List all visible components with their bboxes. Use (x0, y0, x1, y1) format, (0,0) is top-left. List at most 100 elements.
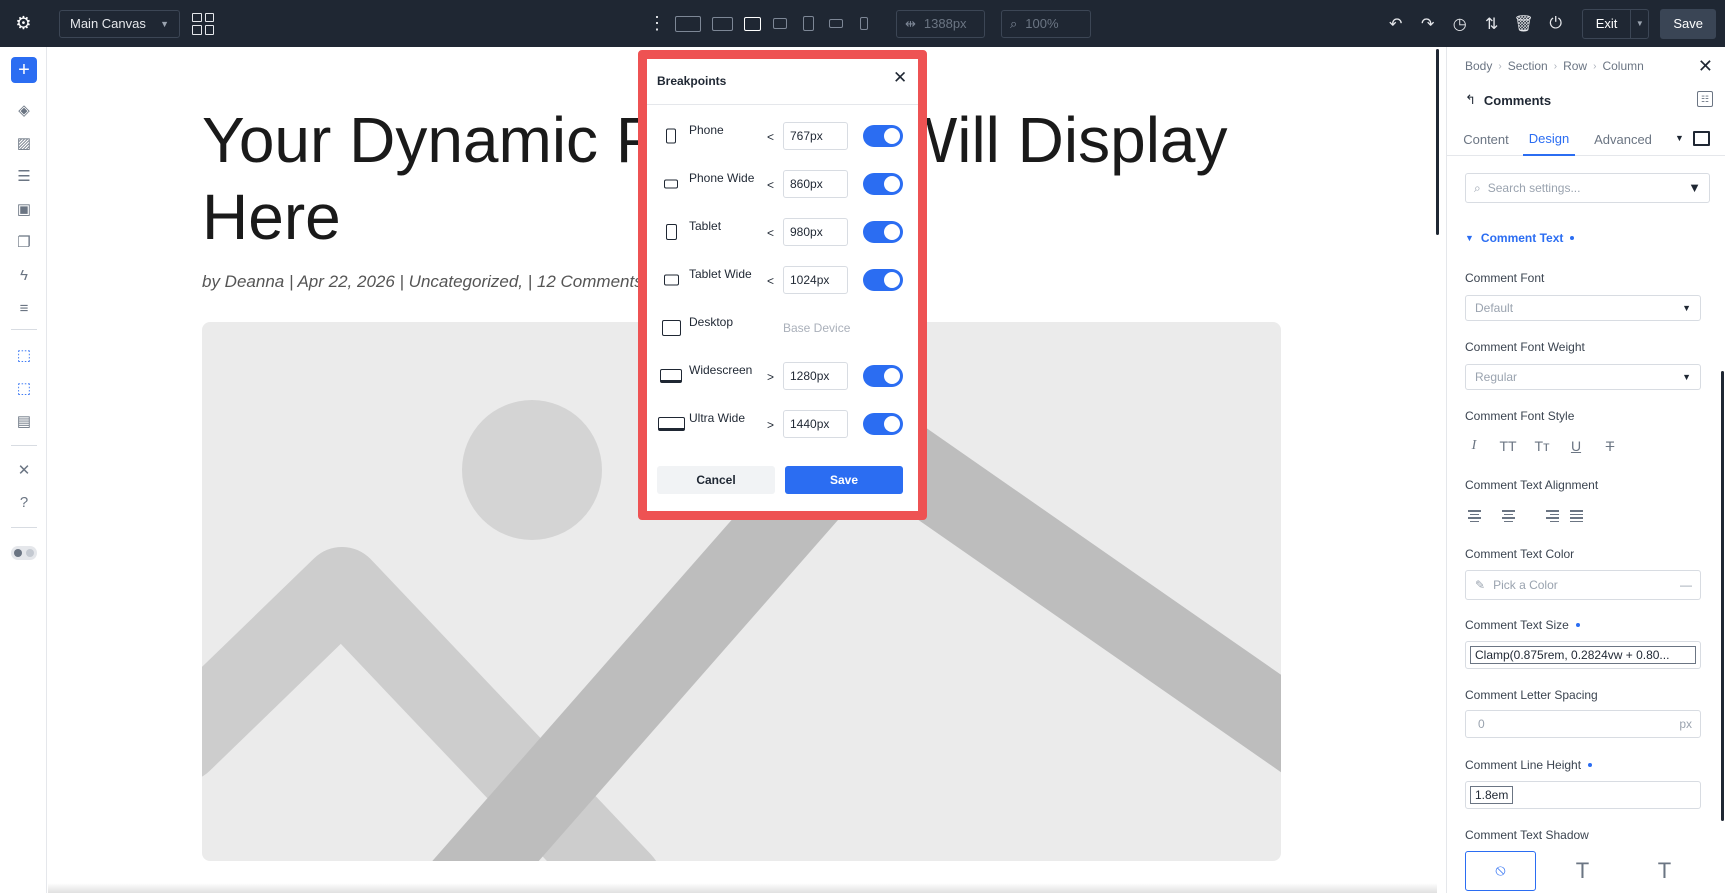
sort-arrows-icon[interactable]: ⇅ (1476, 0, 1508, 47)
desktop-device-icon[interactable] (738, 0, 766, 47)
text-shadow-options: ⦸ T T (1465, 851, 1711, 891)
breakpoint-toggle[interactable] (863, 125, 903, 147)
close-icon[interactable]: ✕ (1698, 56, 1713, 77)
breakpoint-input[interactable]: 860px (783, 170, 848, 198)
align-justify-icon[interactable] (1559, 505, 1593, 527)
clear-color-icon[interactable]: — (1680, 578, 1692, 592)
tablet-device-icon[interactable] (794, 0, 822, 47)
save-button[interactable]: Save (1660, 8, 1716, 39)
trash-icon[interactable]: 🗑 (1508, 0, 1540, 47)
add-icon[interactable]: + (11, 57, 37, 83)
widescreen-device-icon[interactable] (706, 0, 738, 47)
align-right-icon[interactable] (1525, 505, 1559, 527)
module-title: ↰ Comments (1465, 92, 1551, 108)
italic-icon[interactable]: I (1457, 435, 1491, 457)
search-settings-input[interactable]: ⌕ Search settings... ▼ (1465, 173, 1710, 203)
align-left-icon[interactable] (1457, 505, 1491, 527)
lightning-icon[interactable]: ϟ (11, 263, 37, 287)
align-center-icon[interactable] (1491, 505, 1525, 527)
underline-icon[interactable]: U (1559, 435, 1593, 457)
pages-icon[interactable]: ❐ (11, 230, 37, 254)
panel-options-icon[interactable]: ☷ (1697, 91, 1713, 107)
help-icon[interactable]: ? (11, 490, 37, 514)
strikethrough-icon[interactable]: T (1593, 435, 1627, 457)
comment-line-height-input[interactable]: 1.8em (1465, 781, 1701, 809)
tablet-wide-device-icon[interactable] (766, 0, 794, 47)
undo-icon[interactable]: ↶ (1380, 0, 1412, 47)
history-icon[interactable]: ◷ (1444, 0, 1476, 47)
comment-font-weight-select[interactable]: Regular ▼ (1465, 364, 1701, 390)
tab-advanced[interactable]: Advanced (1587, 123, 1659, 156)
tab-content[interactable]: Content (1461, 123, 1511, 156)
breakpoint-operator: < (767, 178, 775, 192)
ultra-wide-device-icon[interactable] (670, 0, 706, 47)
zoom-input[interactable]: ⌕ 100% (1001, 9, 1091, 38)
select-element-icon[interactable]: ⬚ (11, 343, 37, 367)
breakpoint-input[interactable]: 1440px (783, 410, 848, 438)
widescreen-icon (657, 369, 685, 383)
capitalize-icon[interactable]: Tт (1525, 435, 1559, 457)
breakpoints-modal-highlight: Breakpoints ✕ Phone < 767px Phone Wide <… (638, 50, 927, 520)
cancel-button[interactable]: Cancel (657, 466, 775, 494)
eyedropper-icon: ✎ (1475, 578, 1486, 592)
phone-device-icon[interactable] (850, 0, 878, 47)
breakpoint-row-tablet-wide: Tablet Wide < 1024px (647, 265, 918, 295)
theme-builder-icon[interactable]: ▤ (11, 409, 37, 433)
breakpoint-toggle[interactable] (863, 221, 903, 243)
shadow-none-option[interactable]: ⦸ (1465, 851, 1536, 891)
phone-wide-device-icon[interactable] (822, 0, 850, 47)
device-preview-icon[interactable] (1693, 131, 1710, 146)
breakpoint-toggle[interactable] (863, 173, 903, 195)
breakpoint-input[interactable]: 1280px (783, 362, 848, 390)
back-arrow-icon[interactable]: ↰ (1465, 92, 1476, 108)
redo-icon[interactable]: ↷ (1412, 0, 1444, 47)
comment-letter-spacing-input[interactable]: 0 px (1465, 710, 1701, 738)
tools-icon[interactable]: ✕ (11, 458, 37, 482)
canvas-select[interactable]: Main Canvas ▼ (59, 9, 180, 38)
canvas-width-input[interactable]: ⇹ 1388px (896, 9, 985, 38)
comment-font-select[interactable]: Default ▼ (1465, 295, 1701, 321)
device-toolbar: ⋮ ⇹ 1388px ⌕ 100% (648, 0, 1091, 47)
shadow-option-2[interactable]: T (1629, 851, 1700, 891)
breadcrumb-body[interactable]: Body (1465, 59, 1492, 73)
breakpoint-input[interactable]: 1024px (783, 266, 848, 294)
section-comment-text[interactable]: ▼ Comment Text (1465, 231, 1575, 245)
breakpoint-toggle[interactable] (863, 413, 903, 435)
database-icon[interactable]: ☰ (11, 164, 37, 188)
layers-icon[interactable]: ◈ (11, 98, 37, 122)
template-icon[interactable]: ▣ (11, 197, 37, 221)
close-icon[interactable]: ✕ (893, 68, 907, 88)
modal-save-button[interactable]: Save (785, 466, 903, 494)
breadcrumb-row[interactable]: Row (1563, 59, 1587, 73)
shadow-option-1[interactable]: T (1547, 851, 1618, 891)
letter-spacing-unit[interactable]: px (1679, 717, 1692, 731)
settings-gear-icon[interactable]: ⚙ (0, 0, 47, 47)
multi-select-icon[interactable]: ⬚ (11, 376, 37, 400)
left-sidebar: + ◈ ▨ ☰ ▣ ❐ ϟ ≡ ⬚ ⬚ ▤ ✕ ? (0, 47, 47, 893)
breakpoint-toggle[interactable] (863, 269, 903, 291)
canvas-scrollbar[interactable] (1436, 49, 1439, 235)
exit-dropdown-icon[interactable]: ▼ (1630, 9, 1648, 38)
exit-button[interactable]: Exit ▼ (1581, 8, 1650, 39)
uppercase-icon[interactable]: TT (1491, 435, 1525, 457)
filter-icon[interactable]: ▼ (1688, 180, 1701, 195)
breadcrumb-column[interactable]: Column (1602, 59, 1643, 73)
breakpoint-toggle[interactable] (863, 365, 903, 387)
presets-icon[interactable]: ▨ (11, 131, 37, 155)
comment-font-weight-label: Comment Font Weight (1465, 340, 1585, 354)
panel-scrollbar[interactable] (1721, 371, 1724, 821)
color-placeholder: Pick a Color (1493, 578, 1558, 592)
tabs-dropdown-icon[interactable]: ▼ (1675, 133, 1684, 143)
power-icon[interactable]: ⏻ (1540, 0, 1572, 47)
breakpoint-input[interactable]: 980px (783, 218, 848, 246)
tab-design[interactable]: Design (1523, 123, 1575, 156)
comment-text-color-picker[interactable]: ✎ Pick a Color — (1465, 570, 1701, 600)
breadcrumb-section[interactable]: Section (1508, 59, 1548, 73)
comment-text-size-input[interactable]: Clamp(0.875rem, 0.2824vw + 0.80... (1465, 641, 1701, 669)
list-icon[interactable]: ≡ (11, 296, 37, 320)
mode-toggle[interactable] (11, 546, 37, 560)
comment-text-alignment-label: Comment Text Alignment (1465, 478, 1599, 492)
breakpoint-input[interactable]: 767px (783, 122, 848, 150)
more-vertical-icon[interactable]: ⋮ (648, 13, 666, 34)
grid-view-icon[interactable] (192, 12, 214, 35)
